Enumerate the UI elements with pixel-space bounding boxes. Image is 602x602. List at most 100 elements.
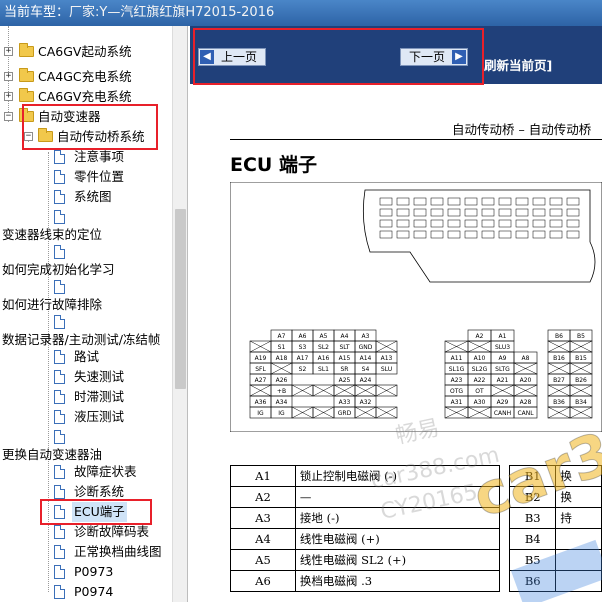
tree-item-automatic-transmission[interactable]: − 自动变速器 <box>0 107 172 127</box>
pin-desc2-cell <box>555 549 602 571</box>
document-icon <box>54 245 65 259</box>
connector-pin-label: A2 <box>476 333 484 340</box>
tree-item-label: 注意事项 <box>74 149 125 164</box>
pin-table: A1 锁止控制电磁阀 (-) B1 换 A2— B2 换 A3 接地 (-) B3 持 A4 线性电磁阀… <box>230 465 602 592</box>
unused-pin-mark <box>312 384 335 397</box>
tree-item-shift-diagram[interactable]: 正常换档曲线图 <box>0 542 172 562</box>
pin-pin2-cell: B6 <box>509 570 557 592</box>
connector-socket <box>532 230 546 239</box>
header-rule <box>230 139 602 140</box>
tree-item-p0973[interactable]: P0973 <box>0 562 172 582</box>
connector-pin-label: A31 <box>451 399 463 406</box>
unused-pin-mark <box>375 406 398 419</box>
connector-socket <box>566 197 580 206</box>
connector-pin-label: S4 <box>362 366 370 373</box>
table-gap <box>500 466 510 487</box>
document-icon <box>54 350 65 364</box>
tree-item-label: 路试 <box>74 349 100 364</box>
collapse-icon[interactable]: − <box>4 112 13 121</box>
connector-socket <box>447 230 461 239</box>
unused-pin-mark <box>513 362 538 375</box>
tree-item-automatic-transaxle[interactable]: − 自动传动桥系统 <box>0 127 172 147</box>
connector-pin-label: SL1G <box>449 366 465 373</box>
tree-item-time-lag-test[interactable]: 时滞测试 <box>0 387 172 407</box>
table-gap <box>500 487 510 508</box>
tree-item-diagnosis-system[interactable]: 诊断系统 <box>0 482 172 502</box>
previous-page-button[interactable]: ◀ 上一页 <box>198 48 266 66</box>
tree-item-label: 诊断故障码表 <box>74 524 150 539</box>
connector-socket <box>396 208 410 217</box>
tree-item-blank[interactable] <box>0 277 172 297</box>
connector-socket <box>396 230 410 239</box>
document-icon <box>54 585 65 599</box>
connector-upper-grid <box>379 197 580 239</box>
tree-item-stall-test[interactable]: 失速测试 <box>0 367 172 387</box>
expand-icon[interactable]: + <box>4 72 13 81</box>
tree-item-blank[interactable] <box>0 207 172 227</box>
tree-item-label: 失速测试 <box>74 369 125 384</box>
tree-item-ca4gc-charging[interactable]: + CA4GC充电系统 <box>0 67 172 87</box>
tree-item-blank[interactable] <box>0 242 172 262</box>
connector-socket <box>379 219 393 228</box>
connector-socket <box>430 219 444 228</box>
unused-pin-mark <box>291 384 314 397</box>
collapse-icon[interactable]: − <box>24 132 33 141</box>
connector-socket <box>430 208 444 217</box>
tree-item-dtc-chart[interactable]: 诊断故障码表 <box>0 522 172 542</box>
connector-socket <box>413 230 427 239</box>
scrollbar-thumb[interactable] <box>175 209 186 389</box>
tree-item-ca6gv-starting[interactable]: + CA6GV起动系统 <box>0 42 172 62</box>
tree-item-system-diagram[interactable]: 系统图 <box>0 187 172 207</box>
tree-item-label: CA4GC充电系统 <box>38 69 132 84</box>
connector-socket <box>498 197 512 206</box>
unused-pin-mark <box>569 384 593 397</box>
tree-item-ca6gv-charging[interactable]: + CA6GV充电系统 <box>0 87 172 107</box>
pin-pin-cell: A4 <box>230 528 296 550</box>
tree-item-hydraulic-test[interactable]: 液压测试 <box>0 407 172 427</box>
tree-item-blank[interactable] <box>0 312 172 332</box>
current-model-label: 当前车型： <box>4 5 70 20</box>
tree-item-symptom-table[interactable]: 故障症状表 <box>0 462 172 482</box>
next-page-button[interactable]: 下一页 ▶ <box>400 48 468 66</box>
document-view[interactable]: 自动传动桥 – 自动传动桥 ECU 端子 A7 A6 A5 A4 A3 S1 S3 SL2 SL… <box>190 84 602 602</box>
connector-pin-label: SL2 <box>318 344 329 351</box>
table-gap <box>500 508 510 529</box>
document-icon <box>54 485 65 499</box>
tree-item-road-test[interactable]: 路试 <box>0 347 172 367</box>
pin-desc2-cell: 换 <box>555 486 602 508</box>
refresh-page-link[interactable]: 刷新当前页] <box>484 55 552 74</box>
document-icon <box>54 170 65 184</box>
connector-socket <box>379 197 393 206</box>
pin-pin-cell: A6 <box>230 570 296 592</box>
connector-pin-label: A28 <box>520 399 532 406</box>
connector-pin-label: A4 <box>341 333 349 340</box>
tree-scrollbar[interactable] <box>172 26 187 602</box>
unused-pin-mark <box>354 384 377 397</box>
connector-pin-label: SLU <box>381 366 392 373</box>
connector-pin-label: GND <box>359 344 373 351</box>
unused-pin-mark <box>547 384 571 397</box>
tree-item-ecu-terminals[interactable]: ECU端子 <box>0 502 172 522</box>
tree-item-parts-location[interactable]: 零件位置 <box>0 167 172 187</box>
navigation-tree[interactable]: + CA6GV起动系统 + CA4GC充电系统 + CA6GV充电系统 − 自动… <box>0 26 188 602</box>
tree-item-label: CA6GV起动系统 <box>38 44 132 59</box>
connector-socket <box>481 230 495 239</box>
connector-socket <box>515 197 529 206</box>
connector-socket <box>464 219 478 228</box>
tree-item-precautions[interactable]: 注意事项 <box>0 147 172 167</box>
expand-icon[interactable]: + <box>4 47 13 56</box>
expand-icon[interactable]: + <box>4 92 13 101</box>
table-row: A2— B2 换 <box>230 486 602 508</box>
tree-item-label: 零件位置 <box>74 169 125 184</box>
connector-pin-label: A27 <box>255 377 267 384</box>
tree-item-blank[interactable] <box>0 427 172 447</box>
connector-pin-label: A23 <box>451 377 463 384</box>
connector-pin-label: B5 <box>577 333 585 340</box>
connector-socket <box>447 219 461 228</box>
connector-pin-label: GRD <box>338 410 352 417</box>
unused-pin-mark <box>467 340 492 353</box>
table-gap <box>500 571 510 592</box>
tree-item-p0974[interactable]: P0974 <box>0 582 172 602</box>
connector-pin-label: A30 <box>474 399 486 406</box>
pin-pin-cell: A2 <box>230 486 296 508</box>
